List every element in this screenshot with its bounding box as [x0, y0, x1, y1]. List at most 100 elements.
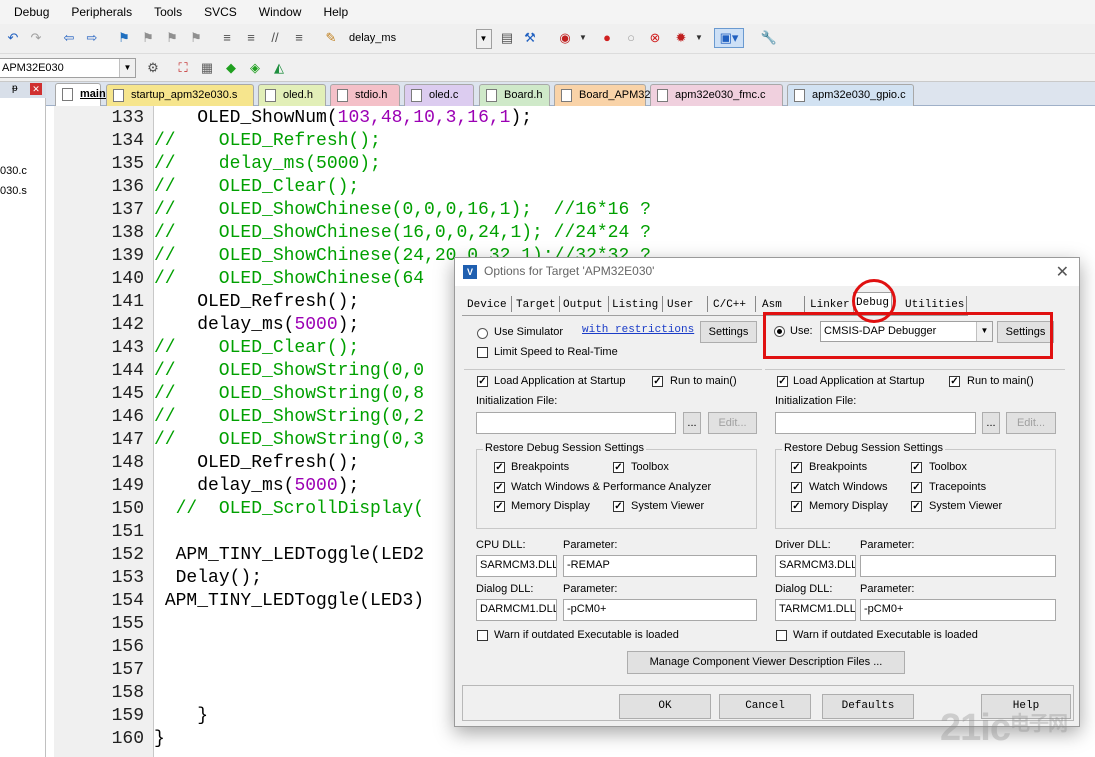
load-app-checkbox[interactable]: ✓	[477, 376, 488, 387]
menu-peripherals[interactable]: Peripherals	[57, 0, 140, 24]
run-to-main-checkbox[interactable]: ✓	[949, 376, 960, 387]
close-icon[interactable]: ✕	[30, 83, 42, 95]
select-packs-icon[interactable]: ◭	[270, 59, 288, 77]
code-line[interactable]: // OLED_ShowChinese(64	[154, 268, 424, 291]
replace-icon[interactable]: ⚒	[521, 29, 539, 47]
with-restrictions-link[interactable]: with restrictions	[582, 324, 694, 336]
code-line[interactable]: // delay_ms(5000);	[154, 153, 381, 176]
breakpoint-icon[interactable]: ●	[598, 29, 616, 47]
menu-tools[interactable]: Tools	[140, 0, 190, 24]
chevron-down-icon[interactable]: ▼	[574, 29, 592, 47]
project-file-s[interactable]: 030.s	[0, 185, 27, 197]
code-line[interactable]: // OLED_Clear();	[154, 176, 359, 199]
init-file-browse-button[interactable]: ...	[982, 412, 1000, 434]
cpu-param-field[interactable]: -REMAP	[563, 555, 757, 577]
tab-oled-h[interactable]: oled.h	[258, 84, 326, 106]
clear-bookmarks-icon[interactable]: ⚑	[187, 29, 205, 47]
defaults-button[interactable]: Defaults	[822, 694, 914, 719]
target-options-icon[interactable]: ⚙	[144, 59, 162, 77]
menu-svcs[interactable]: SVCS	[190, 0, 245, 24]
tab-stdio-h[interactable]: stdio.h	[330, 84, 400, 106]
use-simulator-radio[interactable]	[477, 328, 488, 339]
driver-param-field[interactable]	[860, 555, 1056, 577]
code-line[interactable]: OLED_Refresh();	[154, 452, 359, 475]
kill-breakpoints-icon[interactable]: ✹	[672, 29, 690, 47]
tab-apm32e030-gpio-c[interactable]: apm32e030_gpio.c	[787, 84, 914, 106]
load-app-checkbox[interactable]: ✓	[777, 376, 788, 387]
ok-button[interactable]: OK	[619, 694, 711, 719]
target-select[interactable]: APM32E030 ▼	[0, 58, 136, 78]
dialog-param-field[interactable]: -pCM0+	[563, 599, 757, 621]
code-line[interactable]: }	[154, 728, 165, 751]
cpu-dll-field[interactable]: SARMCM3.DLL	[476, 555, 557, 577]
code-line[interactable]: APM_TINY_LEDToggle(LED3)	[154, 590, 424, 613]
toolbox-checkbox[interactable]: ✓	[911, 462, 922, 473]
system-viewer-checkbox[interactable]: ✓	[911, 501, 922, 512]
tab-apm32e030-fmc-c[interactable]: apm32e030_fmc.c	[650, 84, 783, 106]
tab-startup-apm32e030-s[interactable]: startup_apm32e030.s	[106, 84, 254, 106]
dialog-param-field[interactable]: -pCM0+	[860, 599, 1056, 621]
redo-icon[interactable]: ↷	[27, 29, 45, 47]
disable-all-breakpoints-icon[interactable]: ⊗	[646, 29, 664, 47]
unindent-icon[interactable]: ≡	[242, 29, 260, 47]
code-line[interactable]: // OLED_ScrollDisplay(	[154, 498, 424, 521]
init-file-field[interactable]	[476, 412, 676, 434]
code-line[interactable]: }	[154, 705, 208, 728]
manage-project-icon[interactable]: ◆	[222, 59, 240, 77]
system-viewer-checkbox[interactable]: ✓	[613, 501, 624, 512]
code-line[interactable]: // OLED_ShowString(0,2	[154, 406, 424, 429]
uncomment-icon[interactable]: ≡	[290, 29, 308, 47]
code-line[interactable]: // OLED_Clear();	[154, 337, 359, 360]
warn-outdated-checkbox[interactable]	[776, 630, 787, 641]
code-line[interactable]: delay_ms(5000);	[154, 475, 359, 498]
init-file-field[interactable]	[775, 412, 976, 434]
tab-listing[interactable]: Listing	[612, 295, 658, 315]
menu-help[interactable]: Help	[309, 0, 356, 24]
memory-display-checkbox[interactable]: ✓	[791, 501, 802, 512]
dialog-dll-field[interactable]: TARMCM1.DLL	[775, 599, 856, 621]
watch-windows-checkbox[interactable]: ✓	[791, 482, 802, 493]
prev-bookmark-icon[interactable]: ⚑	[139, 29, 157, 47]
code-line[interactable]: // OLED_ShowString(0,8	[154, 383, 424, 406]
code-line[interactable]: // OLED_ShowChinese(16,0,0,24,1); //24*2…	[154, 222, 651, 245]
breakpoints-checkbox[interactable]: ✓	[791, 462, 802, 473]
tab-board-apm32e030-tiny-h[interactable]: Board_APM32E030_TINY.h	[554, 84, 715, 106]
code-line[interactable]: // OLED_Refresh();	[154, 130, 381, 153]
tab-main-c[interactable]: main.c	[55, 83, 115, 106]
tab-oled-c[interactable]: oled.c	[404, 84, 474, 106]
forward-icon[interactable]: ⇨	[83, 29, 101, 47]
bookmark-icon[interactable]: ⚑	[115, 29, 133, 47]
simulator-settings-button[interactable]: Settings	[700, 321, 757, 343]
init-file-browse-button[interactable]: ...	[683, 412, 701, 434]
close-icon[interactable]: ✕	[1056, 262, 1069, 282]
tab-cpp[interactable]: C/C++	[713, 295, 746, 315]
code-line[interactable]: OLED_Refresh();	[154, 291, 359, 314]
watch-windows-checkbox[interactable]: ✓	[494, 482, 505, 493]
chevron-down-icon[interactable]: ▼	[690, 29, 708, 47]
back-icon[interactable]: ⇦	[60, 29, 78, 47]
run-time-environment-icon[interactable]: ◈	[246, 59, 264, 77]
tab-output[interactable]: Output	[563, 295, 603, 315]
code-line[interactable]: delay_ms(5000);	[154, 314, 359, 337]
run-to-main-checkbox[interactable]: ✓	[652, 376, 663, 387]
configure-icon[interactable]: 🔧	[760, 29, 778, 47]
debug-session-icon[interactable]: ◉	[556, 29, 574, 47]
undo-icon[interactable]: ↶	[4, 29, 22, 47]
memory-display-checkbox[interactable]: ✓	[494, 501, 505, 512]
tracepoints-checkbox[interactable]: ✓	[911, 482, 922, 493]
limit-speed-checkbox[interactable]	[477, 347, 488, 358]
dialog-dll-field[interactable]: DARMCM1.DLL	[476, 599, 557, 621]
pin-icon[interactable]: ᵽ	[12, 83, 18, 94]
tab-device[interactable]: Device	[467, 295, 507, 315]
code-line[interactable]: // OLED_ShowString(0,0	[154, 360, 424, 383]
code-line[interactable]: OLED_ShowNum(103,48,10,3,16,1);	[154, 107, 532, 130]
init-file-edit-button[interactable]: Edit...	[708, 412, 757, 434]
function-combo-dropdown[interactable]: ▼	[476, 29, 492, 49]
menu-debug[interactable]: Debug	[0, 0, 57, 24]
window-layout-icon[interactable]: ▣▾	[714, 28, 744, 48]
manage-component-viewer-button[interactable]: Manage Component Viewer Description File…	[627, 651, 905, 674]
tab-target[interactable]: Target	[516, 295, 556, 315]
project-file-c[interactable]: 030.c	[0, 165, 27, 177]
find-in-files-icon[interactable]: ✎	[322, 29, 340, 47]
pack-installer-icon[interactable]: ⛶	[174, 59, 192, 77]
